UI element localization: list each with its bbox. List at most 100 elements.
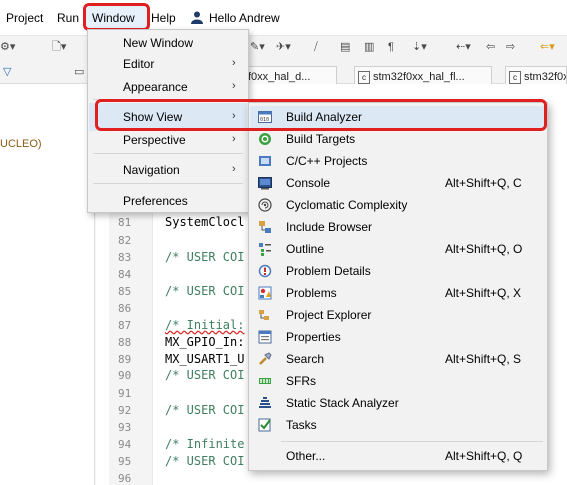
page-icon[interactable]: ▤	[340, 40, 350, 54]
menu-item-static-stack-analyzer[interactable]: Static Stack Analyzer	[286, 396, 399, 410]
console-icon	[258, 177, 272, 190]
cyclomatic-complexity-icon	[258, 198, 272, 212]
format-icon[interactable]: ⇣▾	[412, 40, 427, 54]
menu-item-properties[interactable]: Properties	[286, 330, 341, 344]
project-label[interactable]: UCLEO)	[0, 138, 42, 150]
line-number: 96	[118, 472, 132, 485]
build-targets-icon	[259, 133, 271, 145]
menu-item-problems[interactable]: Problems	[286, 286, 337, 300]
chevron-right-icon: ›	[232, 133, 236, 145]
tab-label: stm32f0xx_hal_fl...	[373, 71, 465, 83]
menu-item-project-explorer[interactable]: Project Explorer	[286, 308, 371, 322]
pin-icon[interactable]: ✈▾	[276, 40, 291, 54]
menu-item-appearance[interactable]: Appearance	[123, 80, 188, 94]
menu-item-sfrs[interactable]: SFRs	[286, 374, 316, 388]
menu-window[interactable]: Window	[92, 11, 135, 25]
problem-details-icon	[258, 264, 272, 278]
menu-item-search[interactable]: Search	[286, 352, 324, 366]
shortcut-other: Alt+Shift+Q, Q	[445, 449, 523, 463]
toggle-icon[interactable]: ⧸	[314, 40, 318, 54]
line-number: 91	[118, 387, 132, 400]
line-number: 93	[118, 421, 132, 434]
menu-item-build-targets[interactable]: Build Targets	[286, 132, 355, 146]
menu-bar: Project Run Window Help Hello Andrew	[0, 0, 567, 36]
line-number: 89	[118, 353, 132, 366]
new-file-icon[interactable]: 🗋▾	[52, 40, 66, 54]
code-line[interactable]: /* Infinite	[165, 437, 244, 451]
menu-item-cpp-projects[interactable]: C/C++ Projects	[286, 154, 367, 168]
redo-icon[interactable]: ⇨	[506, 40, 515, 54]
code-line[interactable]: MX_USART1_U	[165, 352, 244, 366]
cpp-projects-icon	[259, 156, 271, 166]
menu-run[interactable]: Run	[57, 11, 79, 25]
properties-icon	[258, 330, 272, 344]
code-line[interactable]: /* Initial:	[165, 318, 244, 332]
c-file-icon: c	[358, 71, 370, 84]
menu-separator	[93, 183, 243, 184]
code-line[interactable]: /* USER COI	[165, 403, 244, 417]
line-number: 95	[118, 455, 132, 468]
tasks-icon	[258, 418, 271, 432]
code-line[interactable]: SystemClocl	[165, 215, 244, 229]
line-number: 92	[118, 404, 132, 417]
back-icon[interactable]: ⇐▾	[540, 40, 555, 54]
c-file-icon: c	[509, 71, 521, 84]
filter-icon[interactable]: ▽	[3, 65, 11, 79]
gear-icon[interactable]: ⚙▾	[0, 40, 15, 54]
menu-item-include-browser[interactable]: Include Browser	[286, 220, 372, 234]
code-line[interactable]: /* USER COI	[165, 250, 244, 264]
chevron-right-icon: ›	[232, 163, 236, 175]
user-greeting[interactable]: Hello Andrew	[209, 11, 280, 25]
shortcut-problems: Alt+Shift+Q, X	[445, 286, 522, 300]
menu-item-cyclomatic-complexity[interactable]: Cyclomatic Complexity	[286, 198, 407, 212]
tab-label: f0xx_hal_d...	[248, 71, 311, 83]
main-toolbar: ⚙▾ 🗋▾ ✎▾ ✈▾ ⧸ ▤ ▥ ¶ ⇣▾ ⇠▾ ⇦ ⇨ ⇐▾	[0, 36, 567, 60]
menu-help[interactable]: Help	[151, 11, 176, 25]
problems-icon	[258, 286, 272, 300]
shortcut-outline: Alt+Shift+Q, O	[445, 242, 523, 256]
code-line[interactable]: /* USER COI	[165, 454, 244, 468]
menu-separator	[93, 153, 243, 154]
line-number: 84	[118, 268, 132, 281]
static-stack-analyzer-icon	[259, 397, 271, 408]
menu-item-perspective[interactable]: Perspective	[123, 133, 186, 147]
menu-item-new-window[interactable]: New Window	[123, 36, 193, 50]
line-number: 86	[118, 302, 132, 315]
tab-label: stm32f0x	[524, 71, 567, 83]
sfrs-icon	[259, 378, 271, 384]
menu-item-outline[interactable]: Outline	[286, 242, 324, 256]
menu-project[interactable]: Project	[6, 11, 43, 25]
line-number: 83	[118, 251, 132, 264]
menu-item-tasks[interactable]: Tasks	[286, 418, 317, 432]
code-line[interactable]: /* USER COI	[165, 284, 244, 298]
menu-item-preferences[interactable]: Preferences	[123, 194, 188, 208]
search-icon	[259, 352, 272, 365]
menu-item-console[interactable]: Console	[286, 176, 330, 190]
line-number: 90	[118, 369, 132, 382]
line-number: 81	[118, 216, 132, 229]
user-icon	[191, 11, 203, 24]
code-line[interactable]: /* USER COI	[165, 368, 244, 382]
undo-icon[interactable]: ⇦	[486, 40, 495, 54]
line-number: 94	[118, 438, 132, 451]
line-number: 82	[118, 234, 132, 247]
chevron-right-icon: ›	[232, 57, 236, 69]
project-explorer-icon	[259, 310, 269, 320]
chevron-right-icon: ›	[232, 80, 236, 92]
line-number: 87	[118, 319, 132, 332]
line-number: 88	[118, 336, 132, 349]
menu-item-other[interactable]: Other...	[286, 449, 325, 463]
page-icon-2[interactable]: ▥	[364, 40, 374, 54]
menu-item-navigation[interactable]: Navigation	[123, 163, 180, 177]
menu-item-editor[interactable]: Editor	[123, 57, 154, 71]
debug-icon[interactable]: ✎▾	[250, 40, 265, 54]
shortcut-search: Alt+Shift+Q, S	[445, 352, 522, 366]
code-line[interactable]: MX_GPIO_In:	[165, 335, 244, 349]
back-nav-icon[interactable]: ⇠▾	[456, 40, 471, 54]
pilcrow-icon[interactable]: ¶	[388, 40, 394, 54]
shortcut-console: Alt+Shift+Q, C	[445, 176, 522, 190]
menu-separator	[281, 441, 543, 442]
include-browser-icon	[259, 221, 271, 233]
minimize-icon[interactable]: ▭	[74, 65, 84, 79]
menu-item-problem-details[interactable]: Problem Details	[286, 264, 371, 278]
